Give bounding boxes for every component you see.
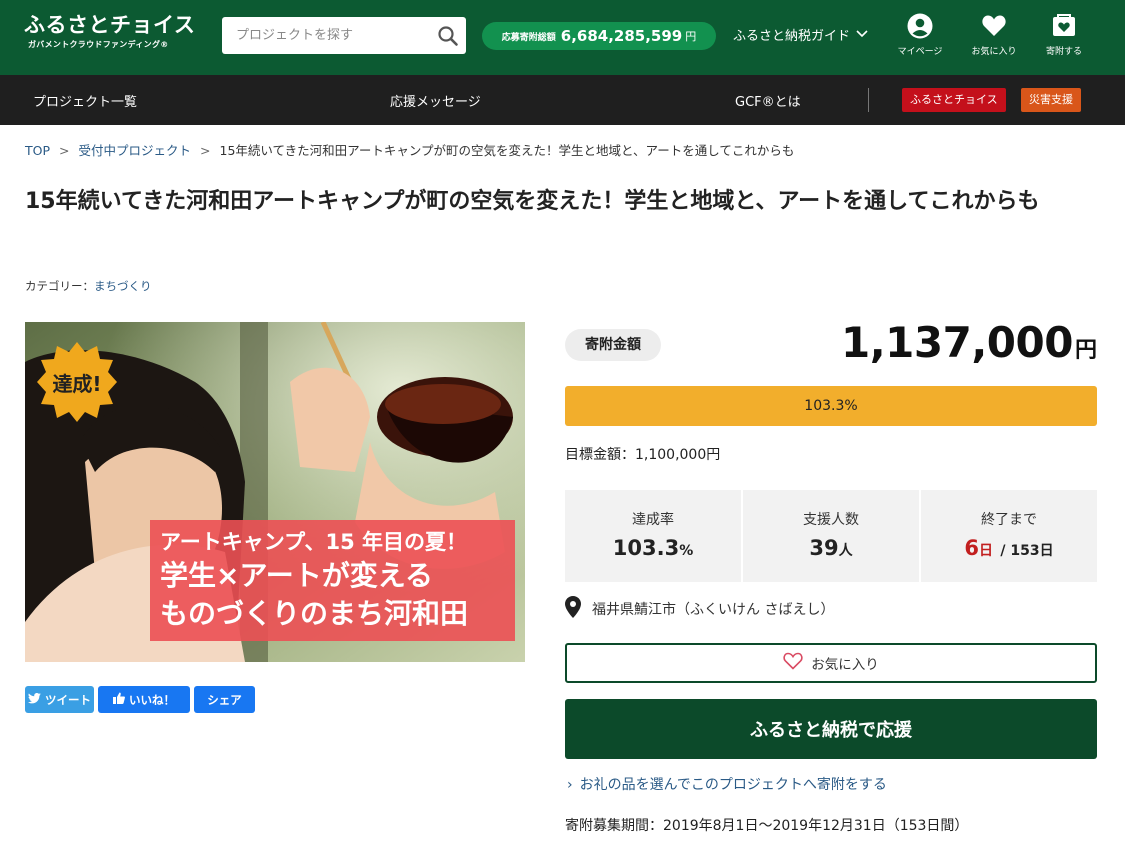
breadcrumb-separator: > (59, 143, 70, 158)
site-header: ふるさとチョイス ガバメントクラウドファンディング® 応募寄附総額 6,684,… (0, 0, 1125, 75)
amount-value: 1,137,000円 (841, 318, 1097, 367)
donate-label: 寄附する (1045, 47, 1082, 57)
donate-icon (1034, 13, 1094, 39)
twitter-bird-icon (28, 692, 45, 707)
progress-text: 103.3% (804, 398, 858, 414)
donation-total-value: 6,684,285,599 (560, 27, 683, 45)
amount-unit: 円 (1074, 338, 1097, 363)
breadcrumb-separator: > (200, 143, 211, 158)
mypage-button[interactable]: マイページ (890, 13, 950, 57)
progress-bar: 103.3% (565, 386, 1097, 426)
logo-main-text: ふるさとチョイス (24, 12, 196, 37)
stat-rate-unit: % (679, 543, 694, 559)
tweet-button[interactable]: ツイート (25, 686, 94, 713)
main-nav: プロジェクト一覧 応援メッセージ GCF®とは ふるさとチョイス 災害支援 (0, 75, 1125, 125)
page-title: 15年続いてきた河和田アートキャンプが町の空気を変えた！学生と地域と、アートを通… (25, 189, 1040, 214)
hero-caption-line-3: ものづくりのまち河和田 (160, 597, 469, 630)
tweet-label: ツイート (45, 692, 91, 707)
category: カテゴリー：まちづくり (25, 278, 152, 294)
amount-label-pill: 寄附金額 (565, 329, 661, 361)
category-label: カテゴリー： (25, 279, 94, 293)
breadcrumb-top[interactable]: TOP (25, 143, 50, 158)
stat-supporters-value-wrap: 39人 (743, 536, 919, 560)
like-button[interactable]: いいね！ (98, 686, 190, 713)
goal-amount: 目標金額：1,100,000円 (565, 447, 721, 463)
stat-remaining-value-wrap: 6日 / 153日 (921, 536, 1097, 560)
thumbs-up-icon (113, 692, 129, 707)
user-icon (890, 13, 950, 39)
select-gift-link[interactable]: › お礼の品を選んでこのプロジェクトへ寄附をする (567, 774, 887, 794)
favorites-label: お気に入り (971, 47, 1017, 57)
guide-menu-label: ふるさと納税ガイド (733, 29, 851, 44)
nav-item-about-gcf[interactable]: GCF®とは (735, 91, 801, 110)
share-label: シェア (207, 692, 242, 707)
like-label: いいね！ (129, 692, 175, 707)
stat-remaining-total: / 153日 (1000, 543, 1054, 559)
add-favorite-button[interactable]: お気に入り (565, 643, 1097, 683)
furusato-nozei-support-button[interactable]: ふるさと納税で応援 (565, 699, 1097, 759)
share-button[interactable]: シェア (194, 686, 255, 713)
guide-menu[interactable]: ふるさと納税ガイド (733, 25, 868, 44)
donate-button[interactable]: 寄附する (1034, 13, 1094, 57)
stat-rate-value-wrap: 103.3% (565, 536, 741, 560)
breadcrumb-accepting[interactable]: 受付中プロジェクト (79, 143, 192, 158)
stat-remaining-label: 終了まで (981, 512, 1037, 528)
map-pin-icon (565, 596, 592, 622)
site-logo[interactable]: ふるさとチョイス ガバメントクラウドファンディング® (24, 12, 195, 50)
nav-item-project-list[interactable]: プロジェクト一覧 (33, 91, 137, 110)
stat-supporters-value: 39 (809, 536, 839, 560)
project-hero-image: 達成! アートキャンプ、15 年目の夏！ 学生×アートが変える ものづくりのまち… (25, 322, 525, 662)
search-icon[interactable] (436, 24, 460, 48)
nav-divider (868, 88, 869, 112)
stat-rate-label: 達成率 (632, 512, 674, 528)
donation-total-unit: 円 (685, 30, 697, 43)
favorites-button[interactable]: お気に入り (964, 13, 1024, 57)
achieved-badge-label: 達成! (52, 372, 102, 396)
stat-remaining-unit: 日 (979, 543, 994, 559)
disaster-support-link[interactable]: 災害支援 (1021, 88, 1081, 112)
stat-remaining: 終了まで 6日 / 153日 (921, 490, 1097, 582)
search-box (222, 17, 466, 54)
heart-outline-icon (783, 652, 811, 674)
location-text: 福井県鯖江市（ふくいけん さばえし） (592, 602, 835, 618)
heart-icon (964, 13, 1024, 39)
category-link[interactable]: まちづくり (94, 279, 152, 293)
location: 福井県鯖江市（ふくいけん さばえし） (565, 596, 834, 622)
donation-total-label: 応募寄附総額 (501, 32, 556, 43)
hero-caption-line-2: 学生×アートが変える (160, 559, 433, 592)
breadcrumb: TOP > 受付中プロジェクト >15年続いてきた河和田アートキャンプが町の空気を変え… (25, 140, 794, 159)
mypage-label: マイページ (897, 47, 943, 57)
select-gift-link-label: お礼の品を選んでこのプロジェクトへ寄附をする (579, 777, 887, 793)
stat-supporters: 支援人数 39人 (743, 490, 919, 582)
donation-period: 寄附募集期間：2019年8月1日〜2019年12月31日（153日間） (565, 818, 969, 834)
add-favorite-label: お気に入り (811, 657, 879, 673)
hero-caption-line-1: アートキャンプ、15 年目の夏！ (160, 530, 468, 554)
stat-achievement-rate: 達成率 103.3% (565, 490, 741, 582)
stat-supporters-label: 支援人数 (803, 512, 859, 528)
hero-caption: アートキャンプ、15 年目の夏！ 学生×アートが変える ものづくりのまち河和田 (150, 520, 515, 641)
nav-item-messages[interactable]: 応援メッセージ (390, 91, 481, 110)
stat-supporters-unit: 人 (838, 543, 853, 559)
donation-total-badge: 応募寄附総額 6,684,285,599 円 (482, 22, 716, 50)
achieved-badge: 達成! (35, 340, 119, 424)
breadcrumb-current: 15年続いてきた河和田アートキャンプが町の空気を変えた！学生と地域と、アートを通… (219, 143, 795, 158)
chevron-right-icon: › (567, 777, 573, 793)
stat-remaining-days: 6 (964, 536, 980, 560)
logo-sub-text: ガバメントクラウドファンディング® (28, 40, 169, 49)
chevron-down-icon (850, 27, 868, 42)
search-input[interactable] (222, 17, 432, 54)
amount-number: 1,137,000 (841, 318, 1073, 367)
stat-rate-value: 103.3 (612, 536, 680, 560)
furusato-choice-link[interactable]: ふるさとチョイス (902, 88, 1006, 112)
